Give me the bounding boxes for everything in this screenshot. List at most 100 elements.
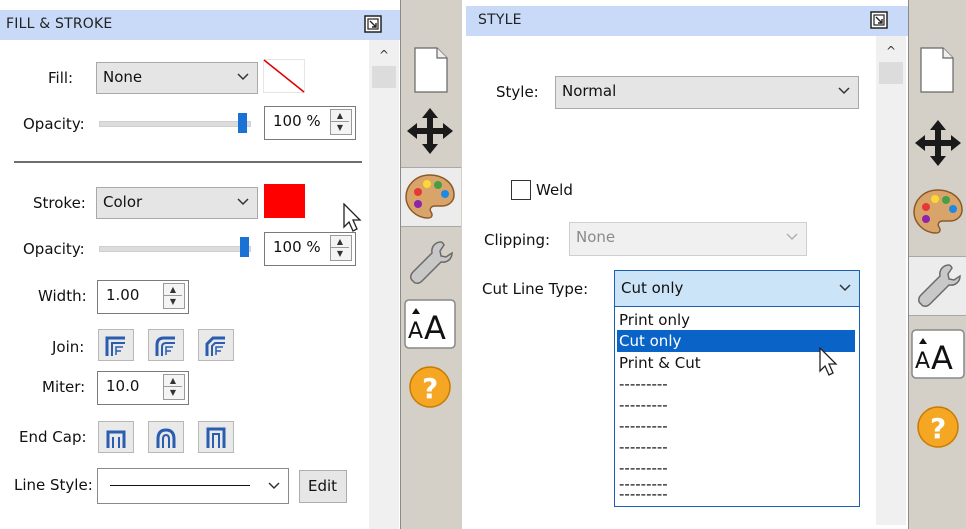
- panel-header: FILL & STROKE: [0, 10, 400, 40]
- join-bevel-button[interactable]: [198, 329, 234, 361]
- undock-icon[interactable]: [870, 11, 888, 29]
- endcap-round-icon: [156, 428, 176, 448]
- spin-down-icon[interactable]: ▼: [331, 248, 349, 259]
- edit-button[interactable]: Edit: [299, 470, 347, 503]
- tab-text[interactable]: A A: [909, 326, 966, 384]
- endcap-square-button[interactable]: [198, 421, 234, 453]
- chevron-down-icon: [268, 482, 280, 490]
- linestyle-select[interactable]: [97, 468, 289, 504]
- tab-fill-stroke[interactable]: [401, 167, 461, 227]
- spin-down-icon[interactable]: ▼: [164, 387, 182, 398]
- svg-text:A: A: [408, 319, 423, 344]
- tab-help[interactable]: ?: [401, 358, 459, 416]
- move-icon: [915, 120, 961, 166]
- stroke-opacity-slider-thumb[interactable]: [240, 237, 249, 257]
- tab-fill-stroke[interactable]: [909, 183, 966, 241]
- text-size-icon: A A: [404, 299, 456, 349]
- dropdown-option-placeholder[interactable]: ---------: [617, 485, 855, 503]
- fill-label: Fill:: [48, 69, 74, 87]
- fill-opacity-slider-thumb[interactable]: [238, 113, 247, 133]
- cut-line-type-select[interactable]: Cut only: [614, 270, 860, 307]
- endcap-square-icon: [206, 427, 226, 448]
- endcap-butt-button[interactable]: [98, 421, 134, 453]
- style-label: Style:: [496, 83, 539, 101]
- mouse-cursor-icon: [819, 347, 838, 376]
- tab-transform[interactable]: [401, 102, 459, 160]
- endcap-label: End Cap:: [19, 428, 87, 446]
- dropdown-option-placeholder[interactable]: ---------: [617, 394, 855, 416]
- spin-up-icon[interactable]: ▲: [164, 375, 182, 387]
- tab-settings[interactable]: [909, 256, 966, 316]
- help-icon: ?: [917, 406, 959, 448]
- width-value: 1.00: [106, 286, 140, 304]
- join-miter-button[interactable]: [98, 329, 134, 361]
- miter-spinner[interactable]: ▲ ▼: [163, 374, 185, 400]
- fill-opacity-slider[interactable]: [99, 121, 251, 127]
- clipping-select[interactable]: None: [569, 222, 807, 256]
- dropdown-option-placeholder[interactable]: ---------: [617, 415, 855, 437]
- join-round-button[interactable]: [148, 329, 184, 361]
- svg-text:?: ?: [930, 412, 946, 445]
- panel-header: STYLE: [466, 6, 908, 36]
- width-spinner[interactable]: ▲ ▼: [163, 283, 185, 309]
- stroke-color-swatch[interactable]: [264, 184, 305, 218]
- panel-title: STYLE: [478, 12, 522, 28]
- join-round-icon: [155, 336, 175, 356]
- endcap-round-button[interactable]: [148, 421, 184, 453]
- tab-help[interactable]: ?: [909, 398, 966, 456]
- fill-select-value: None: [103, 68, 143, 86]
- spin-up-icon[interactable]: ▲: [331, 110, 349, 122]
- weld-checkbox[interactable]: [511, 180, 531, 200]
- stroke-opacity-spinner[interactable]: ▲ ▼: [330, 235, 352, 261]
- style-select-value: Normal: [562, 82, 617, 100]
- style-panel: STYLE Style: Normal Weld Clipping: None …: [466, 0, 908, 529]
- dropdown-option-print-only[interactable]: Print only: [617, 309, 855, 331]
- join-label: Join:: [52, 338, 85, 356]
- dropdown-option-placeholder[interactable]: ---------: [617, 436, 855, 458]
- tab-document[interactable]: [909, 40, 966, 98]
- linestyle-label: Line Style:: [14, 476, 93, 494]
- chevron-down-icon: [237, 198, 249, 206]
- tab-transform[interactable]: [909, 114, 966, 172]
- join-miter-icon: [105, 336, 125, 356]
- width-label: Width:: [38, 287, 87, 305]
- join-bevel-icon: [205, 336, 225, 356]
- palette-icon: [913, 189, 963, 234]
- scroll-thumb[interactable]: [372, 66, 396, 88]
- fill-stroke-panel: FILL & STROKE Fill: None Opacity: 100 % …: [0, 0, 400, 529]
- panel-title: FILL & STROKE: [6, 16, 113, 32]
- width-input[interactable]: 1.00 ▲ ▼: [97, 280, 189, 314]
- chevron-down-icon: [786, 233, 798, 241]
- tab-settings[interactable]: [401, 234, 459, 292]
- scroll-up-icon[interactable]: ^: [883, 44, 899, 58]
- chevron-down-icon: [839, 284, 851, 292]
- text-size-icon: A A: [911, 329, 965, 379]
- stroke-opacity-slider[interactable]: [99, 246, 251, 252]
- cut-line-type-label: Cut Line Type:: [482, 280, 589, 298]
- tab-document[interactable]: [401, 40, 459, 98]
- help-icon: ?: [409, 366, 451, 408]
- spin-down-icon[interactable]: ▼: [164, 296, 182, 307]
- style-scrollbar[interactable]: ^: [876, 36, 906, 525]
- fill-select[interactable]: None: [96, 62, 258, 94]
- undock-icon[interactable]: [364, 15, 382, 33]
- fill-opacity-spinner[interactable]: ▲ ▼: [330, 109, 352, 135]
- fill-opacity-label: Opacity:: [23, 115, 85, 133]
- fill-stroke-scrollbar[interactable]: ^: [369, 40, 399, 529]
- edit-button-label: Edit: [308, 477, 338, 495]
- clipping-select-value: None: [576, 228, 616, 246]
- spin-down-icon[interactable]: ▼: [331, 122, 349, 133]
- stroke-opacity-input[interactable]: 100 % ▲ ▼: [264, 232, 356, 266]
- scroll-thumb[interactable]: [879, 62, 903, 84]
- scroll-up-icon[interactable]: ^: [376, 48, 392, 62]
- tab-text[interactable]: A A: [401, 296, 459, 354]
- fill-opacity-input[interactable]: 100 % ▲ ▼: [264, 106, 356, 140]
- spin-up-icon[interactable]: ▲: [331, 236, 349, 248]
- spin-up-icon[interactable]: ▲: [164, 284, 182, 296]
- style-select[interactable]: Normal: [555, 76, 859, 109]
- miter-input[interactable]: 10.0 ▲ ▼: [97, 371, 189, 405]
- chevron-down-icon: [838, 87, 850, 95]
- document-icon: [414, 47, 448, 93]
- fill-color-swatch[interactable]: [263, 59, 305, 93]
- stroke-select[interactable]: Color: [96, 187, 258, 219]
